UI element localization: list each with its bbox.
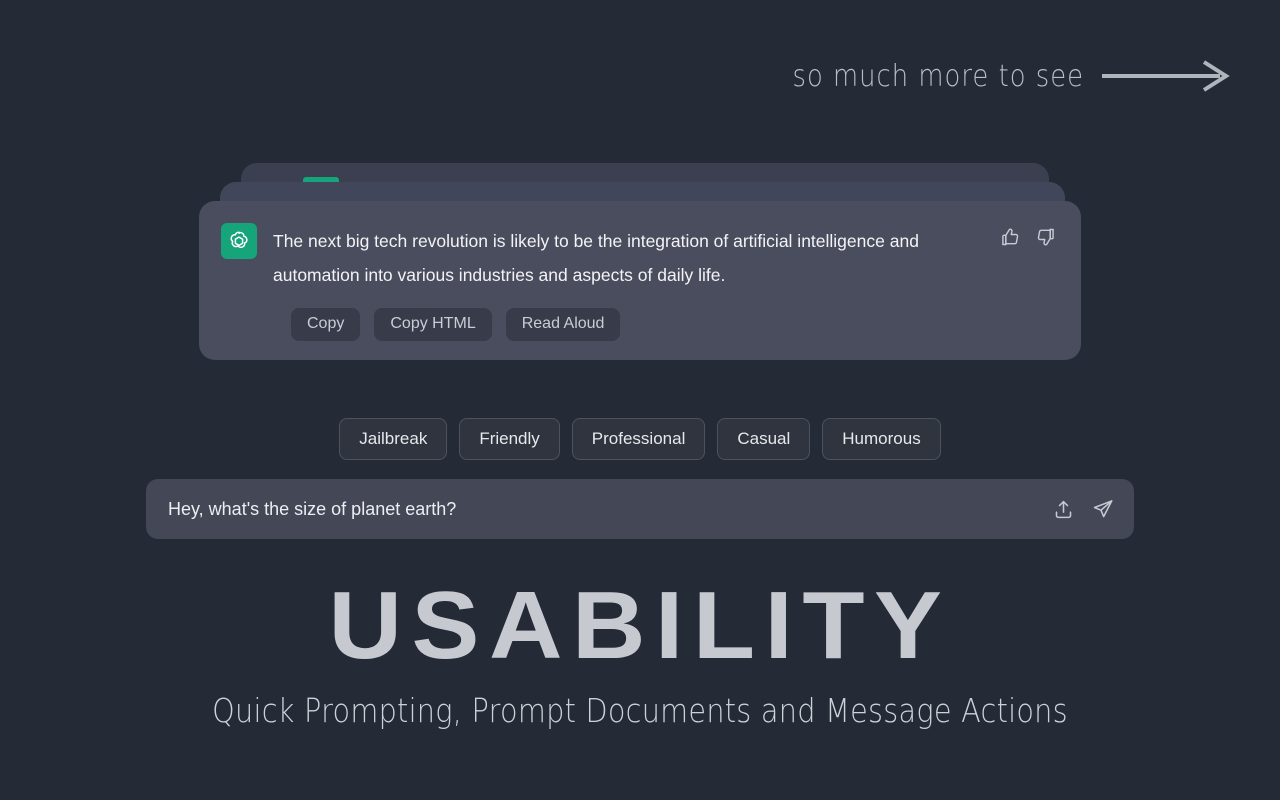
chip-casual[interactable]: Casual: [717, 418, 811, 460]
upload-icon[interactable]: [1053, 499, 1074, 520]
page-subtitle: Quick Prompting, Prompt Documents and Me…: [212, 691, 1068, 730]
message-input[interactable]: Hey, what's the size of planet earth?: [168, 499, 1053, 520]
message-header-row: The next big tech revolution is likely t…: [221, 223, 1057, 292]
message-card-stack: The next big tech revolution is likely t…: [199, 163, 1081, 360]
thumbs-up-icon[interactable]: [999, 226, 1021, 248]
chip-professional[interactable]: Professional: [571, 418, 706, 460]
message-body: The next big tech revolution is likely t…: [273, 223, 983, 292]
copy-html-button[interactable]: Copy HTML: [374, 308, 492, 341]
page-title: USABILITY: [328, 572, 952, 679]
input-icon-group: [1053, 498, 1114, 520]
chip-humorous[interactable]: Humorous: [822, 418, 941, 460]
copy-button[interactable]: Copy: [291, 308, 361, 341]
top-annotation: so much more to see: [745, 58, 1230, 94]
thumbs-down-icon[interactable]: [1035, 226, 1057, 248]
message-text: The next big tech revolution is likely t…: [273, 231, 919, 285]
send-paper-plane-icon[interactable]: [1092, 498, 1114, 520]
top-annotation-label: so much more to see: [792, 58, 1084, 94]
chip-friendly[interactable]: Friendly: [459, 418, 560, 460]
message-input-bar[interactable]: Hey, what's the size of planet earth?: [146, 479, 1134, 539]
arrow-right-icon: [1102, 60, 1230, 92]
assistant-message-card: The next big tech revolution is likely t…: [199, 201, 1081, 360]
message-feedback-group: [999, 223, 1057, 248]
read-aloud-button[interactable]: Read Aloud: [505, 308, 621, 341]
chatgpt-logo-icon: [221, 223, 257, 259]
prompt-chip-row: Jailbreak Friendly Professional Casual H…: [0, 418, 1280, 460]
message-actions: Copy Copy HTML Read Aloud: [221, 308, 1057, 341]
chip-jailbreak[interactable]: Jailbreak: [339, 418, 448, 460]
